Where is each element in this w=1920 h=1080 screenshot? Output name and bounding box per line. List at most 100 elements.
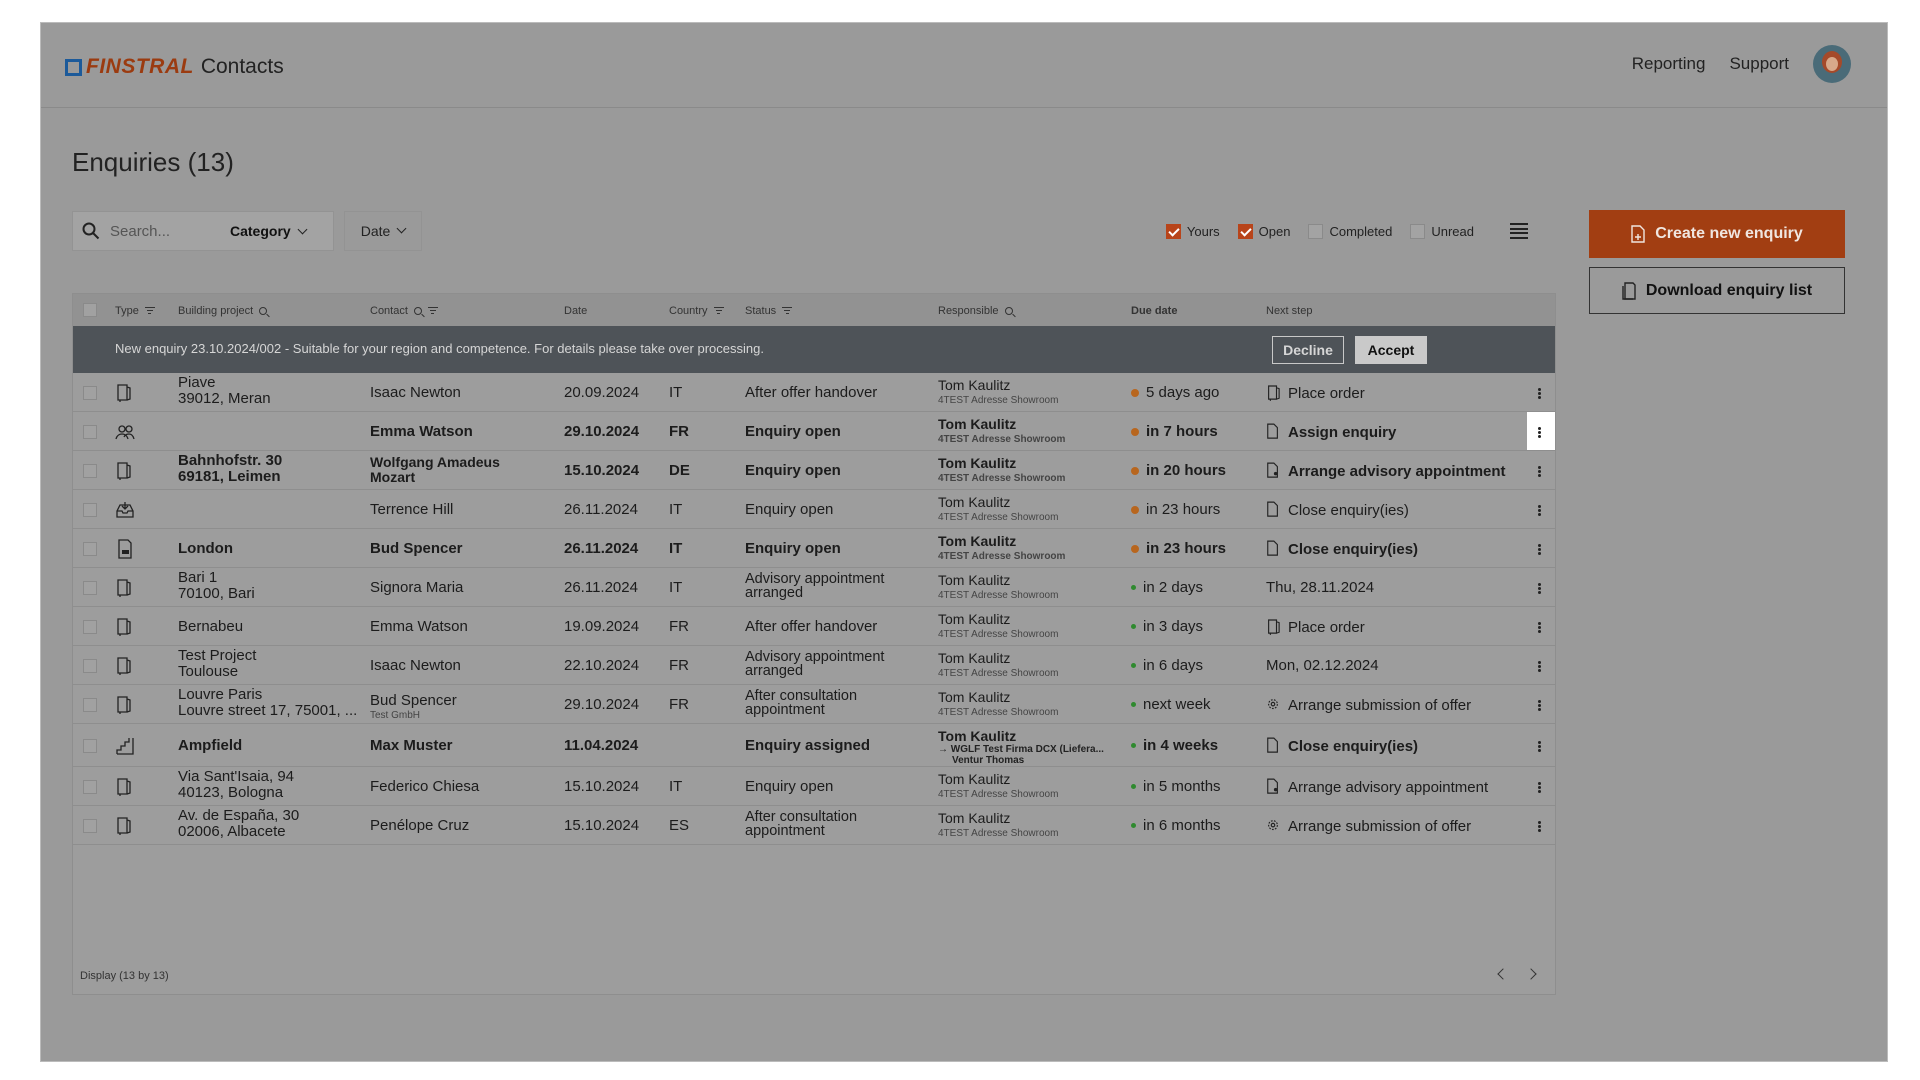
table-row[interactable]: Test Project Toulouse Isaac Newton 22.10.20… [73,646,1555,685]
more-options-icon[interactable] [1538,427,1541,438]
next-step[interactable]: Thu, 28.11.2024 [1266,579,1374,596]
table-row[interactable]: Terrence Hill 26.11.2024 IT Enquiry open Tom… [73,490,1555,529]
next-step[interactable]: Arrange submission of offer [1266,696,1471,714]
column-settings-icon[interactable] [1510,223,1528,239]
search-icon[interactable] [413,307,422,315]
next-step[interactable]: Mon, 02.12.2024 [1266,657,1379,674]
row-checkbox[interactable] [83,503,97,517]
row-checkbox[interactable] [83,620,97,634]
table-row[interactable]: Bernabeu Emma Watson 19.09.2024 FR After off… [73,607,1555,646]
more-options-icon[interactable] [1538,544,1541,555]
row-checkbox[interactable] [83,698,97,712]
checkbox[interactable] [1410,223,1426,239]
decline-button[interactable]: Decline [1272,336,1344,364]
more-options-icon[interactable] [1538,741,1541,752]
category-dropdown[interactable]: Category [230,223,308,239]
table-row[interactable]: Ampfield Max Muster 11.04.2024 Enquiry assi… [73,724,1555,767]
more-options-icon[interactable] [1538,661,1541,672]
table-row[interactable]: Av. de España, 30 02006, Albacete Penélope… [73,806,1555,845]
contact[interactable]: Emma Watson [370,618,468,635]
row-checkbox[interactable] [83,542,97,556]
contact[interactable]: Isaac Newton [370,657,461,674]
contact[interactable]: Max Muster [370,737,453,754]
filter-icon[interactable] [427,307,438,315]
more-options-icon[interactable] [1538,700,1541,711]
table-row[interactable]: Piave 39012, Meran Isaac Newton 20.09.2024 I… [73,373,1555,412]
contact[interactable]: Emma Watson [370,423,473,440]
filter-open[interactable]: Open [1237,223,1290,239]
nav-reporting[interactable]: Reporting [1632,54,1706,74]
date-dropdown[interactable]: Date [344,211,422,251]
next-page-icon[interactable] [1525,968,1537,980]
more-options-icon[interactable] [1538,583,1541,594]
more-options-icon[interactable] [1538,782,1541,793]
more-options-icon[interactable] [1538,622,1541,633]
nav-support[interactable]: Support [1729,54,1789,74]
col-country[interactable]: Country [669,305,724,317]
select-all-checkbox[interactable] [83,303,97,317]
col-status[interactable]: Status [745,305,793,317]
checkbox[interactable] [1237,223,1253,239]
download-list-button[interactable]: Download enquiry list [1589,267,1845,314]
row-checkbox[interactable] [83,739,97,753]
table-row[interactable]: Louvre Paris Louvre street 17, 75001, ...… [73,685,1555,724]
filter-yours[interactable]: Yours [1165,223,1220,239]
row-checkbox[interactable] [83,780,97,794]
col-due-date[interactable]: Due date [1131,305,1177,317]
next-step[interactable]: Place order [1266,618,1365,636]
table-row[interactable]: Bari 1 70100, Bari Signora Maria 26.11.2024… [73,568,1555,607]
contact[interactable]: Bud Spencer [370,540,463,557]
row-checkbox[interactable] [83,581,97,595]
search-icon[interactable] [259,307,268,315]
contact[interactable]: Penélope Cruz [370,817,469,834]
filter-icon[interactable] [713,307,724,315]
contact[interactable]: Federico Chiesa [370,778,479,795]
row-checkbox[interactable] [83,386,97,400]
row-checkbox[interactable] [83,659,97,673]
table-row[interactable]: Bahnhofstr. 30 69181, Leimen Wolfgang Amad… [73,451,1555,490]
next-step[interactable]: Arrange submission of offer [1266,817,1471,835]
col-building[interactable]: Building project [178,305,268,317]
accept-button[interactable]: Accept [1355,336,1427,364]
search-input[interactable]: Search... [110,223,220,240]
col-contact[interactable]: Contact [370,305,438,317]
contact[interactable]: Isaac Newton [370,384,461,401]
next-step[interactable]: Close enquiry(ies) [1266,737,1418,755]
row-checkbox[interactable] [83,425,97,439]
search-box[interactable]: Search... Category [72,211,334,251]
contact[interactable]: Terrence Hill [370,501,453,518]
next-step[interactable]: Arrange advisory appointment [1266,778,1488,796]
next-step[interactable]: Place order [1266,384,1365,402]
filter-icon[interactable] [782,307,793,315]
row-checkbox[interactable] [83,464,97,478]
col-date[interactable]: Date [564,305,587,317]
table-row[interactable]: London Bud Spencer 26.11.2024 IT Enquiry ope… [73,529,1555,568]
more-options-icon[interactable] [1538,466,1541,477]
filter-icon[interactable] [144,307,155,315]
create-enquiry-button[interactable]: Create new enquiry [1589,210,1845,258]
filter-unread[interactable]: Unread [1410,223,1474,239]
prev-page-icon[interactable] [1497,968,1509,980]
more-options-icon[interactable] [1538,821,1541,832]
filter-completed[interactable]: Completed [1308,223,1392,239]
col-responsible[interactable]: Responsible [938,305,1013,317]
col-label: Contact [370,305,408,317]
avatar[interactable] [1813,45,1851,83]
more-options-icon[interactable] [1538,505,1541,516]
checkbox[interactable] [1165,223,1181,239]
next-step[interactable]: Assign enquiry [1266,423,1396,441]
table-row[interactable]: Emma Watson 29.10.2024 FR Enquiry open Tom K… [73,412,1555,451]
next-step[interactable]: Close enquiry(ies) [1266,501,1409,519]
logo[interactable]: FINSTRAL Contacts [65,55,284,79]
table-row[interactable]: Via Sant'Isaia, 94 40123, Bologna Federico… [73,767,1555,806]
next-step[interactable]: Arrange advisory appointment [1266,462,1506,480]
col-type[interactable]: Type [115,305,155,317]
more-options-icon[interactable] [1538,388,1541,399]
checkbox[interactable] [1308,223,1324,239]
search-icon[interactable] [1004,307,1013,315]
contact[interactable]: Wolfgang Amadeus Mozart [370,455,500,485]
next-step[interactable]: Close enquiry(ies) [1266,540,1418,558]
contact[interactable]: Bud Spencer Test GmbH [370,692,457,721]
contact[interactable]: Signora Maria [370,579,463,596]
row-checkbox[interactable] [83,819,97,833]
